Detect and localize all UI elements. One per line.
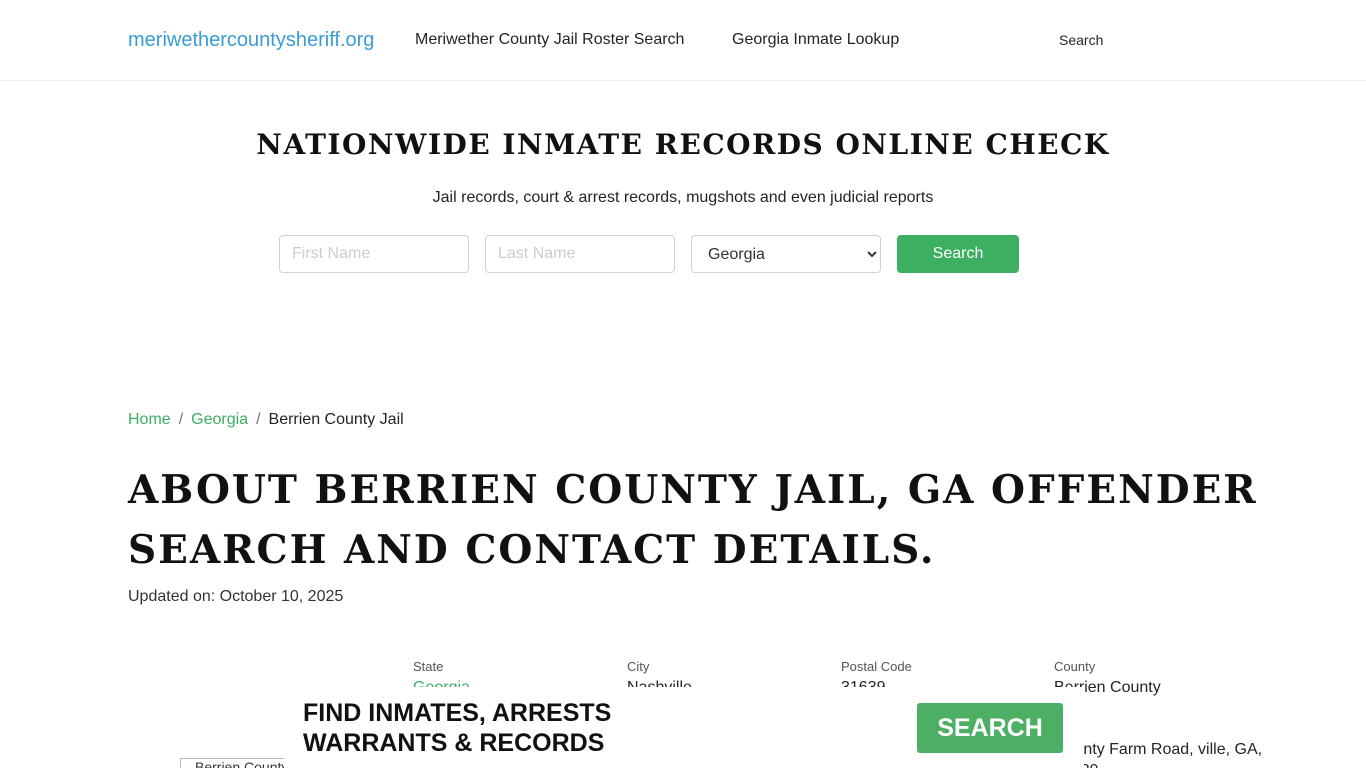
- brand-link[interactable]: meriwethercountysheriff.org: [128, 29, 374, 52]
- breadcrumb-current: Berrien County Jail: [268, 411, 404, 428]
- first-name-input[interactable]: [279, 235, 469, 273]
- breadcrumb-home[interactable]: Home: [128, 411, 171, 428]
- updated-date: Updated on: October 10, 2025: [128, 588, 344, 605]
- nav-georgia-inmate-lookup[interactable]: Georgia Inmate Lookup: [732, 31, 899, 49]
- county-label: County: [1054, 659, 1096, 674]
- sticky-search-banner: [0, 687, 1366, 768]
- hero-title: NATIONWIDE INMATE RECORDS ONLINE CHECK: [256, 128, 1110, 161]
- breadcrumb-separator: /: [178, 411, 184, 428]
- banner-text-line1: FIND INMATES, ARRESTS: [303, 699, 612, 727]
- postal-code-label: Postal Code: [841, 659, 912, 674]
- banner-text: FIND INMATES, ARRESTS WARRANTS & RECORDS: [303, 698, 611, 758]
- last-name-input[interactable]: [485, 235, 675, 273]
- city-label: City: [627, 659, 650, 674]
- banner-search-button[interactable]: SEARCH: [917, 703, 1063, 753]
- breadcrumb-separator: /: [256, 411, 261, 428]
- breadcrumb: Home / Georgia / Berrien County Jail: [128, 411, 404, 429]
- nav-jail-roster-search[interactable]: Meriwether County Jail Roster Search: [415, 31, 684, 49]
- hero-search-button[interactable]: Search: [897, 235, 1019, 273]
- state-label: State: [413, 659, 444, 674]
- banner-text-line2: WARRANTS & RECORDS: [303, 729, 605, 757]
- nav-search-button[interactable]: Search: [1059, 32, 1103, 48]
- state-select[interactable]: Georgia: [691, 235, 881, 273]
- site-header: meriwethercountysheriff.org Meriwether C…: [0, 0, 1366, 81]
- breadcrumb-georgia[interactable]: Georgia: [191, 411, 248, 428]
- hero-subtitle: Jail records, court & arrest records, mu…: [432, 189, 934, 206]
- page-title: About Berrien County Jail, GA Offender S…: [128, 467, 1258, 573]
